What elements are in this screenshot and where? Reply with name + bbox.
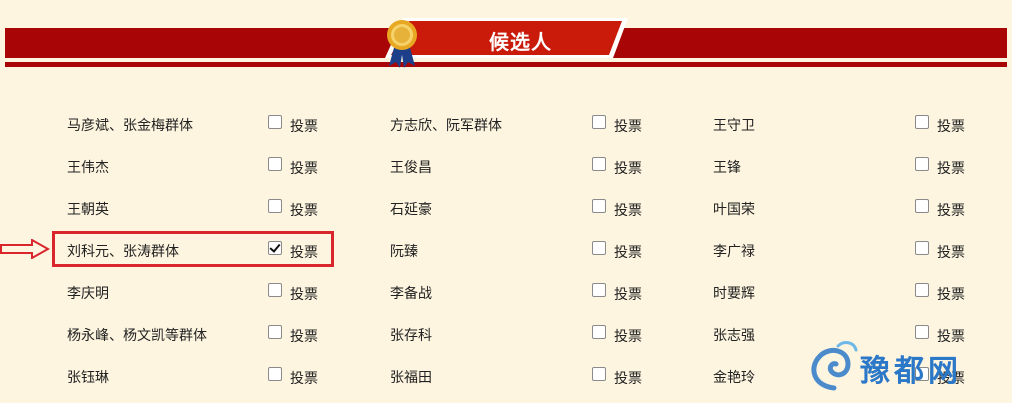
watermark-text: 豫都网 xyxy=(860,354,962,389)
candidate-name: 金艳玲 xyxy=(713,370,755,386)
vote-label[interactable]: 投票 xyxy=(290,284,318,304)
vote-checkbox[interactable] xyxy=(592,115,606,129)
vote-checkbox[interactable] xyxy=(592,157,606,171)
vote-checkbox[interactable] xyxy=(915,115,929,129)
candidate-name: 张存科 xyxy=(390,328,432,344)
vote-checkbox[interactable] xyxy=(915,199,929,213)
vote-label[interactable]: 投票 xyxy=(614,116,642,136)
candidate-name: 杨永峰、杨文凯等群体 xyxy=(67,328,207,344)
vote-label[interactable]: 投票 xyxy=(290,116,318,136)
candidate-name: 张钰琳 xyxy=(67,370,109,386)
vote-checkbox[interactable] xyxy=(592,367,606,381)
vote-label[interactable]: 投票 xyxy=(290,158,318,178)
vote-checkbox[interactable] xyxy=(592,325,606,339)
vote-label[interactable]: 投票 xyxy=(614,368,642,388)
arrow-right-icon xyxy=(0,239,50,259)
vote-label[interactable]: 投票 xyxy=(937,200,965,220)
candidate-name: 方志欣、阮军群体 xyxy=(390,118,502,134)
candidate-name: 阮臻 xyxy=(390,244,418,260)
vote-checkbox[interactable] xyxy=(915,241,929,255)
candidate-name: 李备战 xyxy=(390,286,432,302)
candidate-name: 石延豪 xyxy=(390,202,432,218)
candidate-name: 王锋 xyxy=(713,160,741,176)
vote-checkbox[interactable] xyxy=(268,157,282,171)
candidate-name: 王伟杰 xyxy=(67,160,109,176)
candidate-row: 王伟杰 投票 王俊昌 投票 王锋 投票 xyxy=(0,151,1012,181)
swirl-logo-icon xyxy=(811,341,858,391)
candidate-name: 李广禄 xyxy=(713,244,755,260)
candidate-name: 马彦斌、张金梅群体 xyxy=(67,118,193,134)
vote-checkbox[interactable] xyxy=(915,157,929,171)
vote-label[interactable]: 投票 xyxy=(937,158,965,178)
vote-checkbox[interactable] xyxy=(268,367,282,381)
vote-label[interactable]: 投票 xyxy=(937,284,965,304)
candidate-row: 李庆明 投票 李备战 投票 时要辉 投票 xyxy=(0,277,1012,307)
candidate-name: 时要辉 xyxy=(713,286,755,302)
candidate-name: 王朝英 xyxy=(67,202,109,218)
candidate-name: 叶国荣 xyxy=(713,202,755,218)
vote-checkbox[interactable] xyxy=(592,199,606,213)
vote-checkbox[interactable] xyxy=(268,199,282,213)
vote-checkbox[interactable] xyxy=(915,283,929,297)
selected-highlight-box xyxy=(52,231,334,267)
vote-checkbox[interactable] xyxy=(592,283,606,297)
medal-icon xyxy=(387,20,417,68)
vote-label[interactable]: 投票 xyxy=(614,200,642,220)
vote-label[interactable]: 投票 xyxy=(290,200,318,220)
vote-checkbox[interactable] xyxy=(592,241,606,255)
vote-label[interactable]: 投票 xyxy=(614,242,642,262)
section-header-tab: 候选人 xyxy=(385,18,628,68)
candidate-name: 张福田 xyxy=(390,370,432,386)
banner-underline xyxy=(5,62,1007,67)
vote-label[interactable]: 投票 xyxy=(937,116,965,136)
candidate-name: 李庆明 xyxy=(67,286,109,302)
vote-label[interactable]: 投票 xyxy=(614,284,642,304)
vote-checkbox[interactable] xyxy=(268,115,282,129)
candidate-row: 马彦斌、张金梅群体 投票 方志欣、阮军群体 投票 王守卫 投票 xyxy=(0,109,1012,139)
vote-label[interactable]: 投票 xyxy=(937,242,965,262)
site-watermark: 豫都网 xyxy=(804,334,1012,403)
vote-label[interactable]: 投票 xyxy=(614,158,642,178)
section-title: 候选人 xyxy=(489,30,552,54)
vote-checkbox[interactable] xyxy=(268,283,282,297)
vote-label[interactable]: 投票 xyxy=(290,368,318,388)
vote-label[interactable]: 投票 xyxy=(290,326,318,346)
candidate-row: 王朝英 投票 石延豪 投票 叶国荣 投票 xyxy=(0,193,1012,223)
vote-label[interactable]: 投票 xyxy=(614,326,642,346)
candidate-name: 张志强 xyxy=(713,328,755,344)
vote-checkbox[interactable] xyxy=(268,325,282,339)
candidate-name: 王俊昌 xyxy=(390,160,432,176)
candidate-name: 王守卫 xyxy=(713,118,755,134)
